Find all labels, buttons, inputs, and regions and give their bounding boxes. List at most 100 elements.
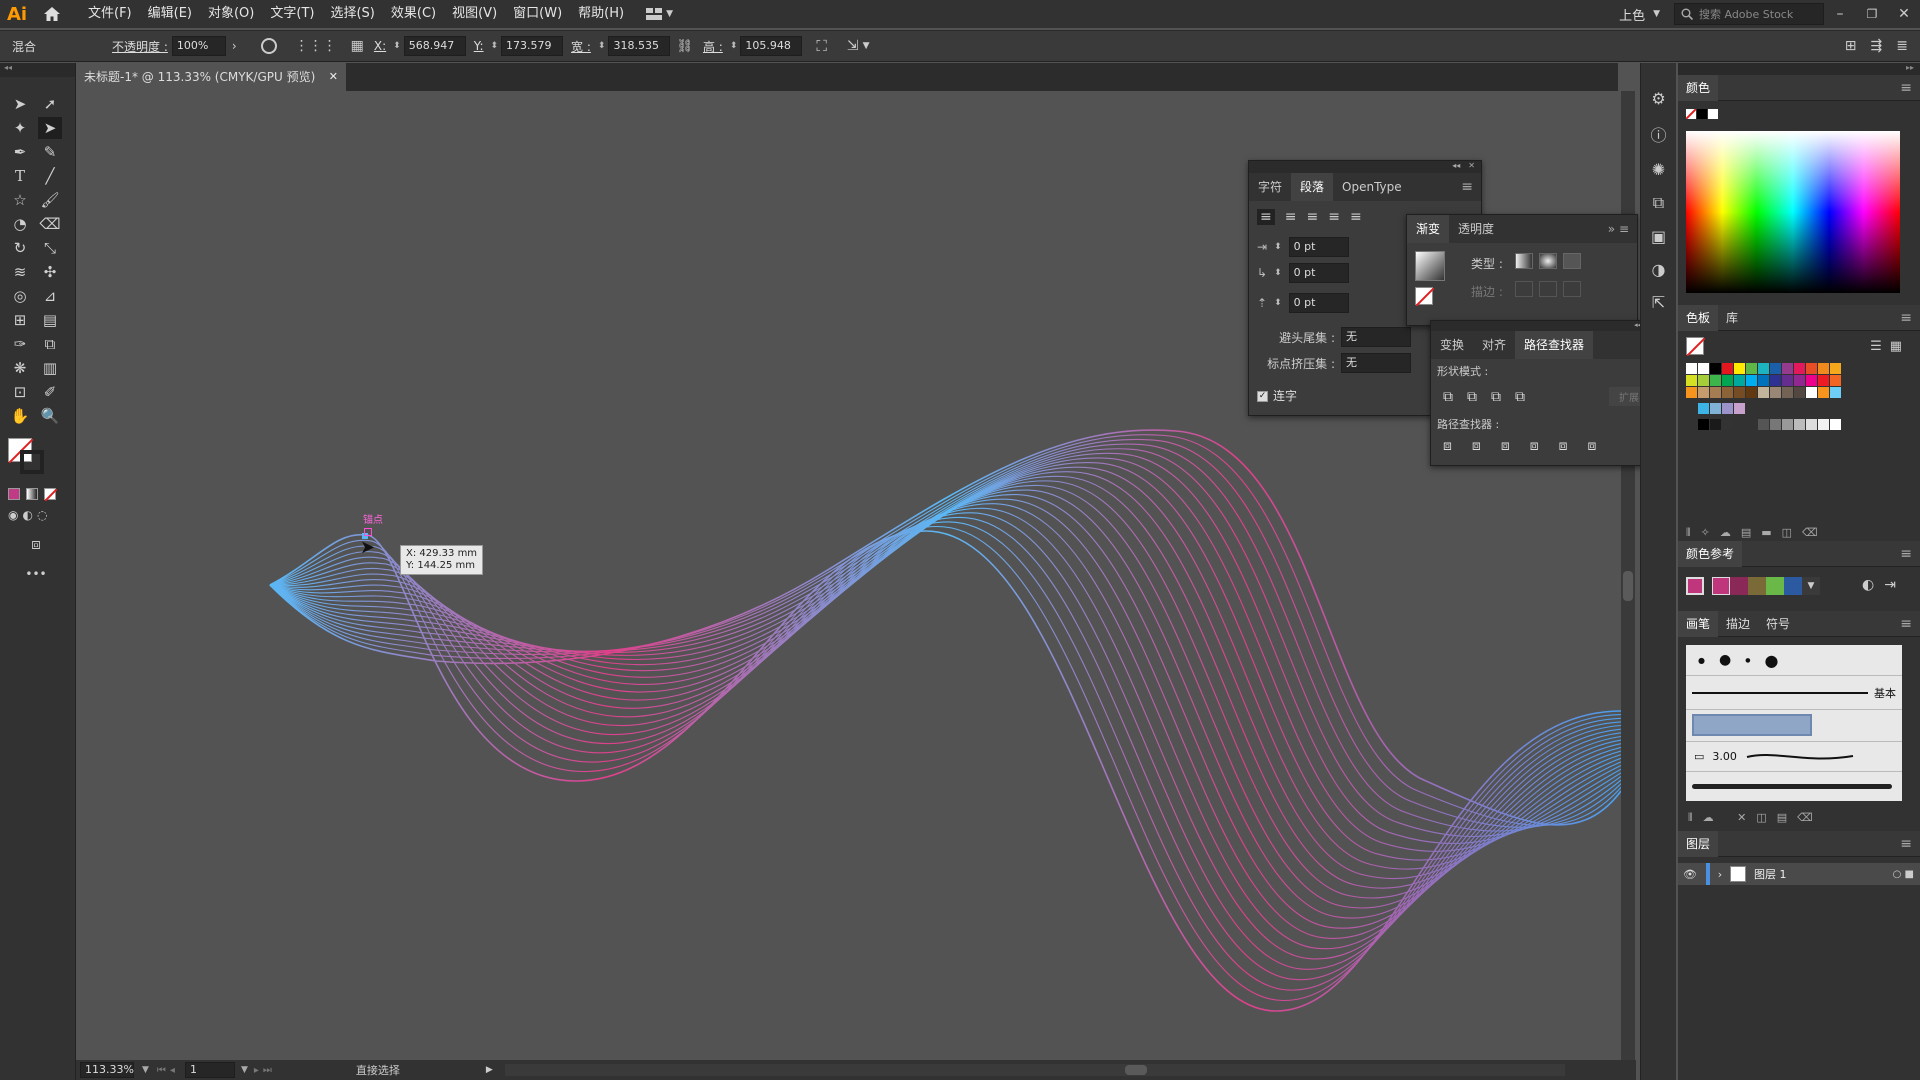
panel-menu-icon[interactable]: ≡ [1900,310,1912,326]
tab-align[interactable]: 对齐 [1473,331,1515,359]
opacity-field[interactable]: 100% [171,36,226,56]
basic-brush-row[interactable]: 基本 [1686,675,1902,709]
stepper-icon[interactable]: ⬍ [1271,268,1285,278]
transparency-icon[interactable]: ◑ [1652,260,1666,279]
swatch[interactable] [1830,363,1841,374]
stroke-gradient-icon[interactable] [1515,281,1533,297]
swatch[interactable] [1818,387,1829,398]
merge-icon[interactable]: ⧈ [1501,438,1510,454]
intersect-icon[interactable]: ⧉ [1491,389,1501,405]
swatch[interactable] [1722,403,1733,414]
align-right-icon[interactable]: ≡ [1306,209,1318,225]
freeform-gradient-icon[interactable] [1563,253,1581,269]
control-menu-icon[interactable]: ≣ [1896,38,1908,54]
tab-transform[interactable]: 变换 [1431,331,1473,359]
height-stepper-icon[interactable]: ⬍ [727,41,741,51]
first-line-indent-field[interactable]: 0 pt [1288,263,1349,283]
panel-layout-icon[interactable]: ⊞ [1845,38,1857,54]
panel-menu-icon[interactable]: ≡ [1461,179,1473,195]
swatch[interactable] [1770,363,1781,374]
trim-icon[interactable]: ⧈ [1472,438,1481,454]
swatch-view-icons[interactable]: ☰▦ [1870,339,1910,354]
swatch[interactable] [1830,419,1841,430]
chevron-right-icon[interactable]: › [232,39,237,53]
stepper-icon[interactable]: ⬍ [1271,242,1285,252]
swatch[interactable] [1794,375,1805,386]
chevron-down-icon[interactable]: ▼ [142,1065,149,1075]
anchor-point-handle[interactable] [364,528,372,536]
tab-opentype[interactable]: OpenType [1333,173,1411,201]
stepper-icon[interactable]: ⬍ [1271,298,1285,308]
swatch[interactable] [1686,375,1697,386]
document-tab[interactable]: 未标题-1* @ 113.33% (CMYK/GPU 预览) ✕ [76,63,346,91]
swatch[interactable] [1758,387,1769,398]
exclude-icon[interactable]: ⧉ [1515,389,1525,405]
swatch[interactable] [1686,387,1697,398]
wave-line[interactable] [269,475,1622,889]
stock-search-input[interactable]: 搜索 Adobe Stock [1674,3,1824,25]
unite-icon[interactable]: ⧉ [1443,389,1453,405]
linear-gradient-icon[interactable] [1515,253,1533,269]
wave-line[interactable] [269,448,1622,837]
close-icon[interactable]: ✕ [1468,161,1475,173]
swatch[interactable] [1746,375,1757,386]
tab-pathfinder[interactable]: 路径查找器 [1515,331,1594,359]
brush-dot-large-icon[interactable]: ● [1719,652,1731,668]
minimize-button[interactable]: – [1824,6,1856,22]
swatch[interactable] [1770,387,1781,398]
transform-panel-icon[interactable]: ⧉ [1653,193,1664,213]
properties-icon[interactable]: ⚙ [1651,89,1665,108]
color-mode-icons[interactable] [8,488,57,501]
y-stepper-icon[interactable]: ⬍ [488,41,502,51]
color-mode-icon[interactable] [8,488,20,500]
width-tool-icon[interactable]: ≋ [8,261,32,283]
justify-all-icon[interactable]: ≡ [1350,209,1362,225]
layer-name[interactable]: 图层 1 [1754,866,1787,882]
puppet-warp-icon[interactable]: ✣ [38,261,62,283]
scroll-thumb[interactable] [1623,571,1633,601]
scale-icon[interactable]: ⤡ [38,237,62,259]
swatch[interactable] [1830,375,1841,386]
swatch[interactable] [1698,363,1709,374]
wave-line[interactable] [269,512,1622,970]
panel-menu-icon[interactable]: » ≡ [1608,222,1629,236]
menu-window[interactable]: 窗口(W) [505,0,570,28]
eye-icon[interactable]: 👁 [1678,868,1702,881]
swatch[interactable] [1710,403,1721,414]
eyedropper-icon[interactable]: ✑ [8,333,32,355]
star-tool-icon[interactable]: ☆ [8,189,32,211]
swatch[interactable] [1770,419,1781,430]
wave-line[interactable] [269,452,1622,845]
gradient-tool-icon[interactable]: ▤ [38,309,62,331]
paintbrush-icon[interactable]: 🖌 [38,189,62,211]
line-tool-icon[interactable]: ╱ [38,165,62,187]
artboard-tool-icon[interactable]: ⊡ [8,381,32,403]
panel-menu-icon[interactable]: ≡ [1900,80,1912,96]
status-menu-icon[interactable]: ▶ [486,1065,493,1075]
direct-select-active-icon[interactable]: ➤ [38,117,62,139]
swatch[interactable] [1794,419,1805,430]
swatch[interactable] [1782,419,1793,430]
brush-list[interactable]: ● ● ● ● 基本 ▭ 3.00 [1686,645,1902,801]
outline-icon[interactable]: ⧈ [1559,438,1568,454]
align-center-icon[interactable]: ≡ [1285,209,1297,225]
isolate-icon[interactable]: ⇲ [847,38,859,54]
x-field[interactable]: 568.947 [403,36,466,56]
gradient-panel-icon[interactable]: ▣ [1651,227,1666,246]
width-field[interactable]: 318.535 [608,36,671,56]
wave-line[interactable] [269,516,1622,981]
swatch[interactable] [1734,387,1745,398]
shape-builder-icon[interactable]: ◎ [8,285,32,307]
swatch[interactable] [1806,363,1817,374]
base-color-swatch[interactable] [1686,577,1704,595]
wave-line[interactable] [269,530,1622,1012]
swatch[interactable] [1686,363,1697,374]
swatch[interactable] [1806,387,1817,398]
menu-effect[interactable]: 效果(C) [383,0,444,28]
expand-layer-icon[interactable]: › [1710,868,1730,881]
menu-object[interactable]: 对象(O) [200,0,262,28]
swatch[interactable] [1758,375,1769,386]
workspace-switcher[interactable]: 上色 [1619,5,1645,24]
swatch[interactable] [1806,419,1817,430]
close-window-button[interactable]: ✕ [1888,6,1920,22]
